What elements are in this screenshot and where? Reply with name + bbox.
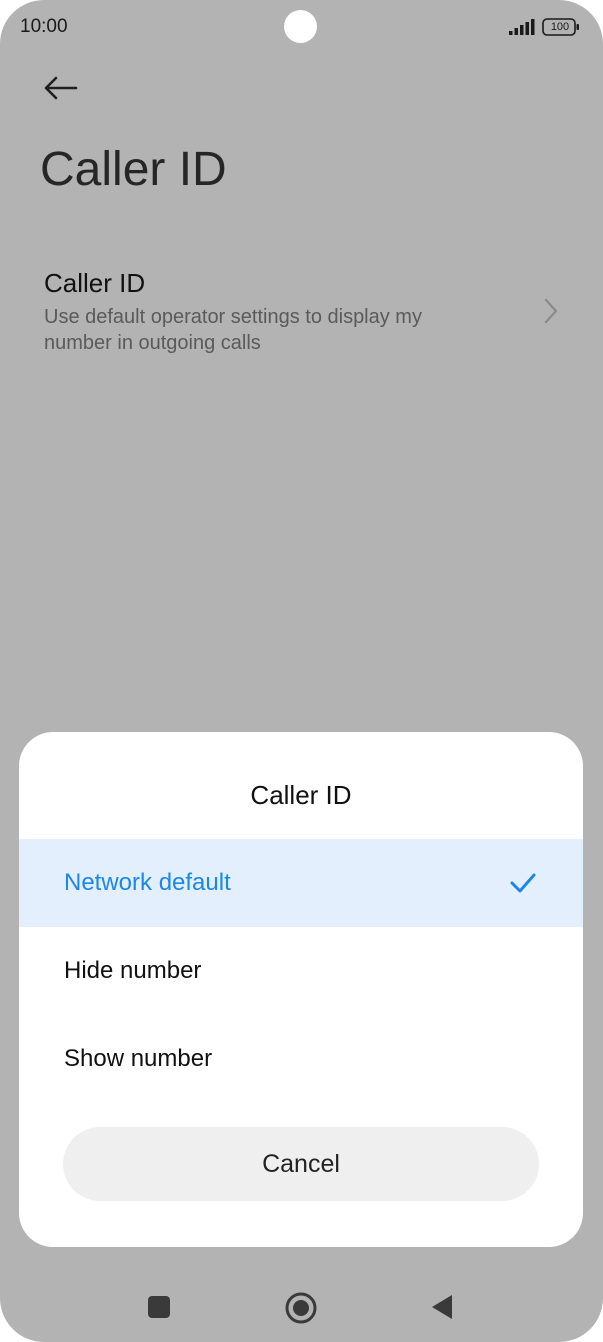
status-bar: 10:00 100	[0, 0, 603, 56]
recents-icon[interactable]	[146, 1294, 172, 1320]
signal-icon	[509, 19, 535, 35]
option-network-default[interactable]: Network default	[19, 839, 583, 927]
navigation-bar	[0, 1270, 603, 1342]
phone-screen: 10:00 100 Caller ID Caller ID Use defaul…	[0, 0, 603, 1342]
option-label: Hide number	[64, 957, 202, 984]
caller-id-setting-row[interactable]: Caller ID Use default operator settings …	[0, 258, 603, 368]
back-button[interactable]	[36, 64, 84, 112]
back-arrow-icon	[44, 76, 78, 100]
checkmark-icon	[510, 873, 536, 893]
back-icon[interactable]	[428, 1292, 456, 1322]
setting-subtitle: Use default operator settings to display…	[44, 306, 422, 354]
option-hide-number[interactable]: Hide number	[19, 927, 583, 1015]
caller-id-dialog: Caller ID Network default Hide number Sh…	[19, 732, 583, 1247]
chevron-right-icon	[544, 298, 558, 324]
battery-level: 100	[550, 21, 570, 33]
dialog-title: Caller ID	[250, 780, 352, 810]
page-title: Caller ID	[40, 143, 227, 196]
status-time: 10:00	[20, 16, 68, 37]
cancel-button[interactable]: Cancel	[63, 1127, 539, 1201]
option-label: Network default	[64, 869, 231, 896]
home-icon[interactable]	[284, 1291, 318, 1325]
option-show-number[interactable]: Show number	[19, 1015, 583, 1103]
front-camera	[284, 10, 317, 43]
cancel-label: Cancel	[262, 1149, 340, 1178]
option-label: Show number	[64, 1045, 213, 1072]
setting-title: Caller ID	[44, 268, 146, 298]
